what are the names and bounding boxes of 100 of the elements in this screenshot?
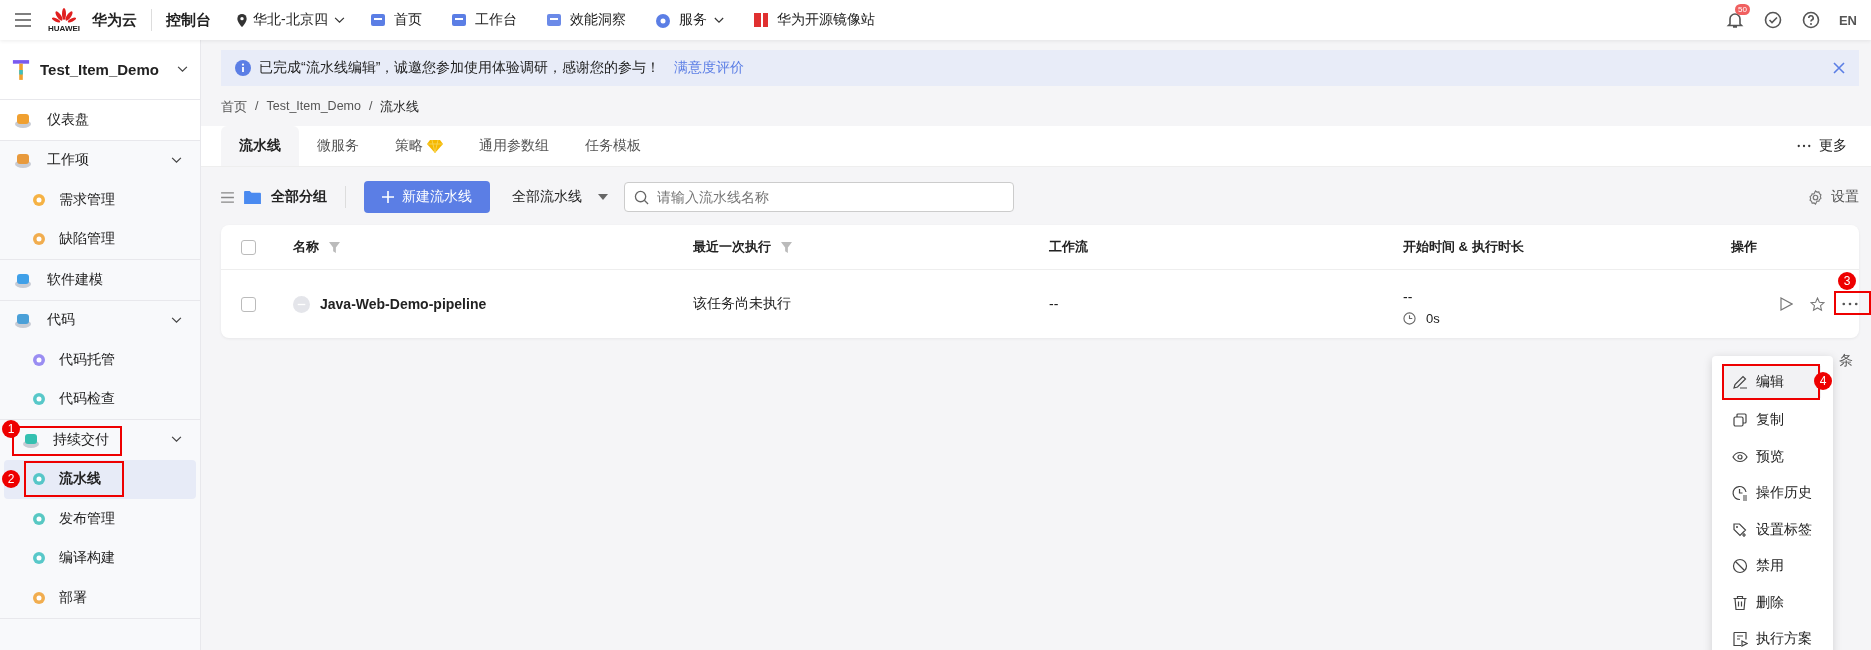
row-checkbox[interactable] bbox=[241, 296, 256, 312]
table-cell-text: -- bbox=[1403, 288, 1414, 305]
tab[interactable]: 流水线 bbox=[221, 126, 299, 166]
module-icon bbox=[31, 231, 47, 248]
breadcrumb-separator: / bbox=[255, 99, 259, 115]
sidebar-item[interactable]: 发布管理 bbox=[0, 499, 200, 539]
select-all-checkbox[interactable] bbox=[241, 239, 256, 255]
menu-item[interactable]: 操作历史 bbox=[1712, 475, 1833, 512]
tab[interactable]: 策略 bbox=[377, 126, 461, 166]
sidebar-item[interactable]: 部署 bbox=[0, 578, 200, 618]
nav-link[interactable]: 首页 bbox=[368, 11, 422, 29]
list-icon[interactable] bbox=[221, 191, 234, 203]
breadcrumb-item[interactable]: Test_Item_Demo bbox=[266, 99, 361, 116]
sidebar-item[interactable]: 持续交付 bbox=[21, 420, 200, 460]
breadcrumb-separator: / bbox=[368, 99, 373, 115]
project-icon bbox=[12, 58, 30, 81]
diamond-icon bbox=[427, 139, 443, 153]
more-tabs-button[interactable]: 更多 bbox=[1797, 126, 1847, 166]
tab[interactable]: 微服务 bbox=[299, 126, 377, 166]
search-field[interactable]: 请输入流水线名称 bbox=[624, 182, 1014, 212]
module-icon bbox=[31, 589, 47, 606]
folder-icon bbox=[244, 189, 261, 205]
column-header: 工作流 bbox=[1049, 238, 1088, 256]
more-icon bbox=[1797, 144, 1811, 148]
check-circle-icon[interactable] bbox=[1762, 10, 1783, 30]
table-cell: -- bbox=[1049, 296, 1059, 312]
document-icon bbox=[1732, 631, 1748, 648]
location-pin-icon bbox=[237, 13, 247, 27]
step-number: 4 bbox=[1814, 372, 1832, 390]
group-label[interactable]: 全部分组 bbox=[271, 188, 327, 206]
menu-item[interactable]: 删除 bbox=[1712, 584, 1833, 621]
pipeline-filter-dropdown[interactable]: 全部流水线 bbox=[512, 188, 608, 206]
nav-link[interactable]: 工作台 bbox=[449, 11, 517, 29]
table-cell: 该任务尚未执行 bbox=[693, 295, 791, 311]
sidebar-item[interactable]: 代码托管 bbox=[0, 340, 200, 380]
star-icon[interactable] bbox=[1810, 296, 1825, 312]
brand-name[interactable]: 华为云 bbox=[92, 10, 137, 30]
breadcrumb-item: 流水线 bbox=[380, 99, 420, 116]
play-icon[interactable] bbox=[1779, 297, 1793, 311]
pipeline-name[interactable]: Java-Web-Demo-pipeline bbox=[320, 296, 487, 312]
settings-button[interactable]: 设置 bbox=[1808, 188, 1859, 206]
clock-icon bbox=[1403, 311, 1416, 325]
menu-item[interactable]: 预览 bbox=[1712, 438, 1833, 475]
banner-text: 已完成“流水线编辑”，诚邀您参加使用体验调研，感谢您的参与！ bbox=[259, 59, 661, 77]
chevron-down-icon bbox=[171, 316, 182, 324]
module-icon bbox=[31, 550, 47, 567]
console-title[interactable]: 控制台 bbox=[166, 10, 211, 30]
menu-item[interactable]: 执行方案 bbox=[1712, 621, 1833, 650]
sidebar-item[interactable]: 仪表盘 bbox=[0, 100, 200, 140]
sidebar-item[interactable]: 缺陷管理 bbox=[0, 219, 200, 259]
history-icon bbox=[1732, 485, 1748, 502]
sidebar-item[interactable]: 软件建模 bbox=[0, 260, 200, 300]
sidebar-item[interactable]: 代码检查 bbox=[0, 379, 200, 419]
chevron-down-icon bbox=[177, 66, 188, 73]
nav-link[interactable]: 服务 bbox=[653, 11, 724, 29]
nav-link[interactable]: 效能洞察 bbox=[544, 11, 626, 29]
annotation-frame bbox=[1834, 291, 1871, 315]
more-icon[interactable] bbox=[1842, 302, 1858, 306]
plus-icon bbox=[382, 191, 394, 203]
menu-item[interactable]: 设置标签 bbox=[1712, 511, 1833, 548]
nav-link[interactable]: 华为开源镜像站 bbox=[751, 11, 875, 29]
module-icon bbox=[31, 510, 47, 527]
column-header: 操作 bbox=[1731, 238, 1757, 256]
caret-icon bbox=[598, 194, 608, 200]
language-link[interactable]: EN bbox=[1838, 12, 1857, 28]
notification-badge: 50 bbox=[1734, 4, 1750, 15]
step-number: 3 bbox=[1838, 272, 1856, 290]
module-icon bbox=[31, 471, 47, 488]
menu-icon[interactable] bbox=[14, 13, 32, 27]
help-icon[interactable] bbox=[1800, 10, 1821, 30]
new-pipeline-button[interactable]: 新建流水线 bbox=[364, 181, 490, 213]
close-icon[interactable] bbox=[1833, 62, 1845, 74]
menu-item[interactable]: 编辑 bbox=[1724, 366, 1821, 398]
logo-icon bbox=[52, 7, 76, 24]
menu-item[interactable]: 禁用 bbox=[1712, 548, 1833, 585]
notification-icon[interactable] bbox=[1724, 10, 1745, 30]
column-header: 开始时间 & 执行时长 bbox=[1403, 238, 1524, 256]
info-icon bbox=[235, 60, 251, 76]
breadcrumb-item[interactable]: 首页 bbox=[221, 99, 247, 116]
duration-text: 0s bbox=[1426, 310, 1440, 326]
column-header: 名称 bbox=[293, 238, 319, 256]
ban-icon bbox=[1732, 558, 1748, 575]
region-selector[interactable]: 华北-北京四 bbox=[237, 11, 345, 29]
search-icon bbox=[634, 190, 649, 205]
project-selector[interactable]: Test_Item_Demo bbox=[0, 40, 200, 100]
sidebar-item[interactable]: 需求管理 bbox=[0, 180, 200, 220]
tab[interactable]: 任务模板 bbox=[567, 126, 659, 166]
pagination-text: 条 bbox=[1839, 352, 1853, 370]
chevron-down-icon bbox=[171, 156, 182, 164]
chevron-down-icon bbox=[171, 436, 182, 444]
sidebar-item[interactable]: 编译构建 bbox=[0, 538, 200, 578]
menu-item[interactable]: 复制 bbox=[1712, 402, 1833, 439]
chevron-down-icon bbox=[333, 16, 345, 24]
tab[interactable]: 通用参数组 bbox=[461, 126, 567, 166]
chevron-down-icon bbox=[713, 16, 724, 24]
sidebar-item[interactable]: 工作项 bbox=[0, 140, 200, 180]
copy-icon bbox=[1732, 412, 1748, 429]
status-icon bbox=[293, 295, 310, 313]
sidebar-item[interactable]: 代码 bbox=[0, 300, 200, 340]
trash-icon bbox=[1732, 594, 1748, 611]
